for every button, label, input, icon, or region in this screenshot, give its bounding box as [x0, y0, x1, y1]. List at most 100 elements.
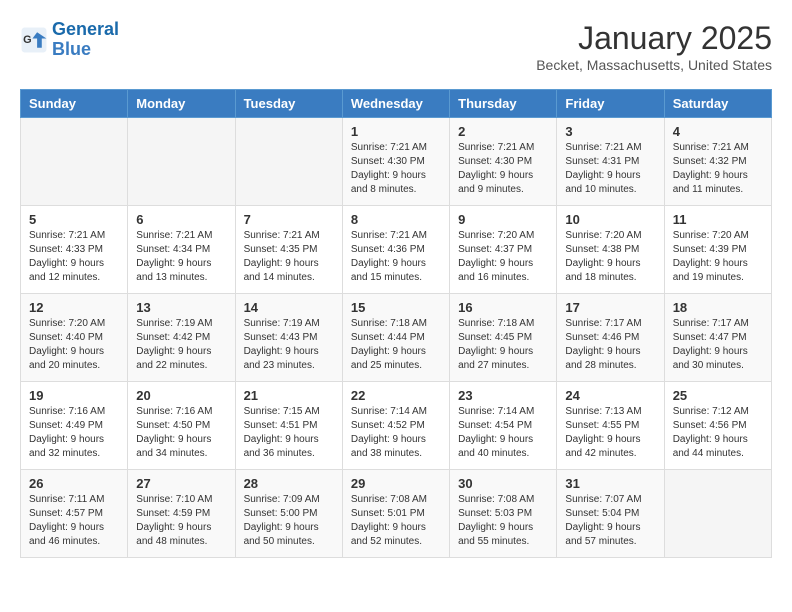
day-number: 11 [673, 212, 763, 227]
day-number: 5 [29, 212, 119, 227]
day-info: Sunrise: 7:07 AM Sunset: 5:04 PM Dayligh… [565, 493, 655, 549]
logo-text: General Blue [52, 20, 119, 60]
day-number: 15 [351, 300, 441, 315]
calendar-cell-4-5: 31 Sunrise: 7:07 AM Sunset: 5:04 PM Dayli… [557, 470, 664, 558]
calendar-cell-3-6: 25Sunrise: 7:12 AM Sunset: 4:56 PM Dayli… [664, 382, 771, 470]
day-info: Sunrise: 7:11 AM Sunset: 4:57 PM Dayligh… [29, 493, 119, 549]
day-info: Sunrise: 7:15 AM Sunset: 4:51 PM Dayligh… [244, 405, 334, 461]
svg-text:G: G [23, 34, 31, 46]
weekday-header-tuesday: Tuesday [235, 90, 342, 118]
day-info: Sunrise: 7:13 AM Sunset: 4:55 PM Dayligh… [565, 405, 655, 461]
day-number: 3 [565, 124, 655, 139]
calendar-cell-4-6 [664, 470, 771, 558]
day-info: Sunrise: 7:10 AM Sunset: 4:59 PM Dayligh… [136, 493, 226, 549]
day-info: Sunrise: 7:18 AM Sunset: 4:44 PM Dayligh… [351, 317, 441, 373]
calendar-cell-1-1: 6 Sunrise: 7:21 AM Sunset: 4:34 PM Daylig… [128, 206, 235, 294]
calendar-cell-3-1: 20 Sunrise: 7:16 AM Sunset: 4:50 PM Dayli… [128, 382, 235, 470]
calendar-cell-1-5: 10 Sunrise: 7:20 AM Sunset: 4:38 PM Dayli… [557, 206, 664, 294]
day-info: Sunrise: 7:21 AM Sunset: 4:33 PM Dayligh… [29, 229, 119, 285]
calendar-cell-1-6: 11Sunrise: 7:20 AM Sunset: 4:39 PM Dayli… [664, 206, 771, 294]
calendar-cell-2-3: 15 Sunrise: 7:18 AM Sunset: 4:44 PM Dayli… [342, 294, 449, 382]
day-info: Sunrise: 7:21 AM Sunset: 4:35 PM Dayligh… [244, 229, 334, 285]
day-number: 26 [29, 476, 119, 491]
weekday-header-sunday: Sunday [21, 90, 128, 118]
day-number: 28 [244, 476, 334, 491]
day-number: 4 [673, 124, 763, 139]
calendar-week-row: 26 Sunrise: 7:11 AM Sunset: 4:57 PM Dayli… [21, 470, 772, 558]
day-number: 20 [136, 388, 226, 403]
day-info: Sunrise: 7:19 AM Sunset: 4:43 PM Dayligh… [244, 317, 334, 373]
calendar-cell-2-6: 18Sunrise: 7:17 AM Sunset: 4:47 PM Dayli… [664, 294, 771, 382]
day-info: Sunrise: 7:17 AM Sunset: 4:46 PM Dayligh… [565, 317, 655, 373]
logo: G General Blue [20, 20, 119, 60]
calendar-cell-4-0: 26 Sunrise: 7:11 AM Sunset: 4:57 PM Dayli… [21, 470, 128, 558]
calendar-cell-2-2: 14 Sunrise: 7:19 AM Sunset: 4:43 PM Dayli… [235, 294, 342, 382]
calendar-cell-0-4: 2 Sunrise: 7:21 AM Sunset: 4:30 PM Daylig… [450, 118, 557, 206]
day-info: Sunrise: 7:21 AM Sunset: 4:36 PM Dayligh… [351, 229, 441, 285]
day-number: 24 [565, 388, 655, 403]
day-number: 19 [29, 388, 119, 403]
day-info: Sunrise: 7:16 AM Sunset: 4:50 PM Dayligh… [136, 405, 226, 461]
calendar-cell-4-3: 29 Sunrise: 7:08 AM Sunset: 5:01 PM Dayli… [342, 470, 449, 558]
day-info: Sunrise: 7:09 AM Sunset: 5:00 PM Dayligh… [244, 493, 334, 549]
day-number: 16 [458, 300, 548, 315]
day-number: 6 [136, 212, 226, 227]
day-number: 12 [29, 300, 119, 315]
title-block: January 2025 Becket, Massachusetts, Unit… [536, 20, 772, 73]
calendar-cell-3-2: 21 Sunrise: 7:15 AM Sunset: 4:51 PM Dayli… [235, 382, 342, 470]
day-number: 8 [351, 212, 441, 227]
day-number: 23 [458, 388, 548, 403]
day-info: Sunrise: 7:21 AM Sunset: 4:30 PM Dayligh… [458, 141, 548, 197]
calendar-cell-1-3: 8 Sunrise: 7:21 AM Sunset: 4:36 PM Daylig… [342, 206, 449, 294]
month-title: January 2025 [536, 20, 772, 57]
day-number: 22 [351, 388, 441, 403]
page-header: G General Blue January 2025 Becket, Mass… [20, 20, 772, 73]
calendar-cell-2-4: 16Sunrise: 7:18 AM Sunset: 4:45 PM Dayli… [450, 294, 557, 382]
calendar-cell-0-0 [21, 118, 128, 206]
weekday-header-wednesday: Wednesday [342, 90, 449, 118]
calendar-cell-4-2: 28 Sunrise: 7:09 AM Sunset: 5:00 PM Dayli… [235, 470, 342, 558]
calendar-cell-2-5: 17Sunrise: 7:17 AM Sunset: 4:46 PM Dayli… [557, 294, 664, 382]
day-info: Sunrise: 7:21 AM Sunset: 4:31 PM Dayligh… [565, 141, 655, 197]
day-number: 9 [458, 212, 548, 227]
calendar-week-row: 12 Sunrise: 7:20 AM Sunset: 4:40 PM Dayli… [21, 294, 772, 382]
location: Becket, Massachusetts, United States [536, 57, 772, 73]
day-number: 14 [244, 300, 334, 315]
day-info: Sunrise: 7:20 AM Sunset: 4:37 PM Dayligh… [458, 229, 548, 285]
calendar-cell-3-5: 24 Sunrise: 7:13 AM Sunset: 4:55 PM Dayli… [557, 382, 664, 470]
calendar-cell-0-6: 4 Sunrise: 7:21 AM Sunset: 4:32 PM Daylig… [664, 118, 771, 206]
weekday-header-saturday: Saturday [664, 90, 771, 118]
day-info: Sunrise: 7:20 AM Sunset: 4:38 PM Dayligh… [565, 229, 655, 285]
calendar-week-row: 5 Sunrise: 7:21 AM Sunset: 4:33 PM Daylig… [21, 206, 772, 294]
day-number: 29 [351, 476, 441, 491]
calendar-cell-3-3: 22Sunrise: 7:14 AM Sunset: 4:52 PM Dayli… [342, 382, 449, 470]
day-info: Sunrise: 7:14 AM Sunset: 4:54 PM Dayligh… [458, 405, 548, 461]
day-number: 2 [458, 124, 548, 139]
calendar-cell-0-2 [235, 118, 342, 206]
day-number: 30 [458, 476, 548, 491]
calendar-cell-2-0: 12 Sunrise: 7:20 AM Sunset: 4:40 PM Dayli… [21, 294, 128, 382]
calendar-week-row: 1 Sunrise: 7:21 AM Sunset: 4:30 PM Daylig… [21, 118, 772, 206]
day-info: Sunrise: 7:12 AM Sunset: 4:56 PM Dayligh… [673, 405, 763, 461]
day-number: 7 [244, 212, 334, 227]
calendar-week-row: 19Sunrise: 7:16 AM Sunset: 4:49 PM Dayli… [21, 382, 772, 470]
day-number: 21 [244, 388, 334, 403]
calendar-cell-4-4: 30 Sunrise: 7:08 AM Sunset: 5:03 PM Dayli… [450, 470, 557, 558]
weekday-header-thursday: Thursday [450, 90, 557, 118]
day-info: Sunrise: 7:19 AM Sunset: 4:42 PM Dayligh… [136, 317, 226, 373]
day-info: Sunrise: 7:21 AM Sunset: 4:32 PM Dayligh… [673, 141, 763, 197]
calendar-cell-0-1 [128, 118, 235, 206]
day-info: Sunrise: 7:20 AM Sunset: 4:40 PM Dayligh… [29, 317, 119, 373]
day-number: 1 [351, 124, 441, 139]
logo-icon: G [20, 26, 48, 54]
day-info: Sunrise: 7:21 AM Sunset: 4:30 PM Dayligh… [351, 141, 441, 197]
day-info: Sunrise: 7:08 AM Sunset: 5:03 PM Dayligh… [458, 493, 548, 549]
day-number: 31 [565, 476, 655, 491]
calendar-table: SundayMondayTuesdayWednesdayThursdayFrid… [20, 89, 772, 558]
calendar-cell-3-4: 23 Sunrise: 7:14 AM Sunset: 4:54 PM Dayli… [450, 382, 557, 470]
weekday-header-friday: Friday [557, 90, 664, 118]
calendar-cell-3-0: 19Sunrise: 7:16 AM Sunset: 4:49 PM Dayli… [21, 382, 128, 470]
day-number: 10 [565, 212, 655, 227]
day-info: Sunrise: 7:21 AM Sunset: 4:34 PM Dayligh… [136, 229, 226, 285]
day-info: Sunrise: 7:08 AM Sunset: 5:01 PM Dayligh… [351, 493, 441, 549]
